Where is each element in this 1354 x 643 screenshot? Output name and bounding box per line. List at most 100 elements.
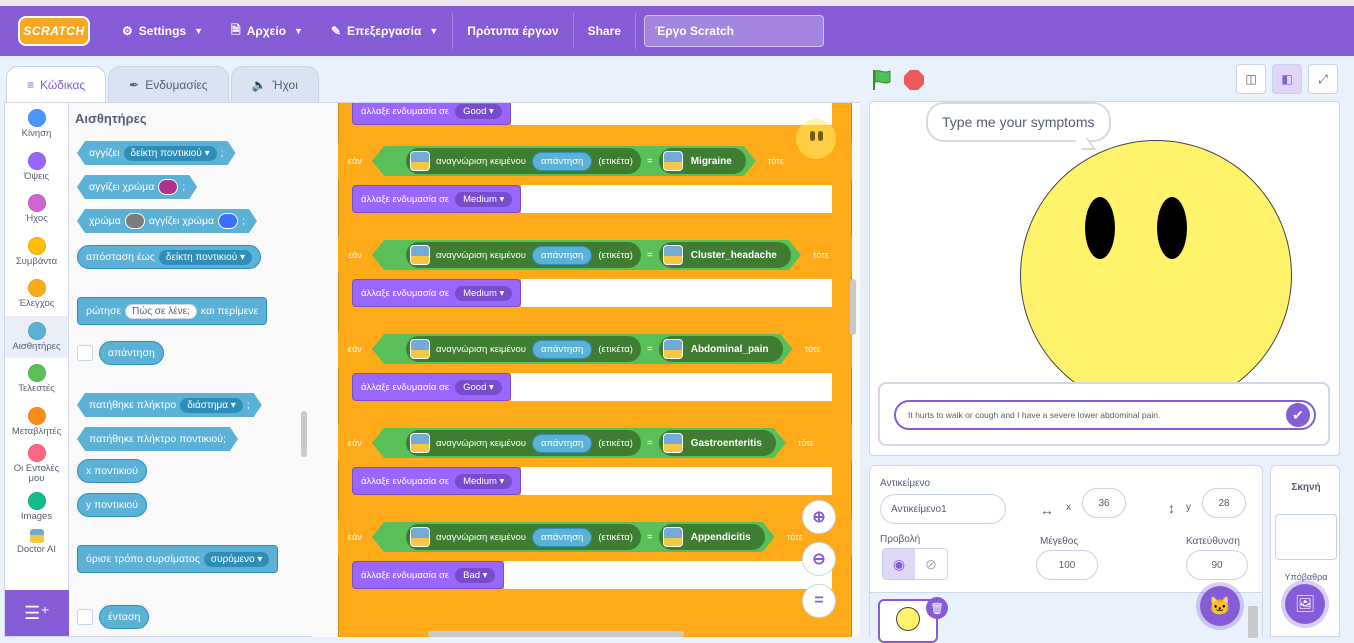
settings-menu[interactable]: ⚙ Settings ▼: [108, 6, 217, 56]
green-flag-icon[interactable]: [870, 68, 894, 92]
file-menu[interactable]: 🗎 Αρχείο ▼: [217, 6, 317, 56]
drag-mode-dropdown[interactable]: συρόμενο ▾: [203, 551, 270, 567]
answer-reporter[interactable]: απάντηση: [532, 340, 592, 359]
add-backdrop-button[interactable]: 🖼: [1285, 584, 1325, 624]
block-distance-to[interactable]: απόσταση έως δείκτη ποντικιού ▾: [77, 245, 261, 269]
block-touching-color[interactable]: αγγίζει χρώμα ;: [77, 175, 197, 199]
key-dropdown[interactable]: διάστημα ▾: [180, 398, 243, 413]
tab-sounds[interactable]: 🔈 Ήχοι: [230, 66, 319, 102]
answer-reporter[interactable]: απάντηση: [532, 528, 592, 547]
label-block[interactable]: Cluster_headache: [659, 242, 791, 268]
costume-dropdown[interactable]: Medium ▾: [455, 285, 513, 301]
costume-dropdown[interactable]: Good ▾: [455, 379, 502, 395]
zoom-in-button[interactable]: ⊕: [802, 500, 836, 534]
equals-condition[interactable]: αναγνώριση κειμένου απάντηση (ετικέτα) = Clu…: [372, 240, 801, 270]
sprite-list-scrollbar[interactable]: [1248, 606, 1258, 638]
if-block[interactable]: εάν αναγνώριση κειμένου απάντηση (ετικέτα) =…: [338, 519, 852, 555]
block-loudness[interactable]: ένταση: [99, 605, 150, 629]
add-sprite-button[interactable]: 🐱: [1200, 586, 1240, 626]
show-button[interactable]: ◉: [883, 549, 915, 579]
category-variables[interactable]: Μεταβλητές: [5, 401, 68, 444]
zoom-reset-button[interactable]: =: [802, 584, 836, 618]
script-workspace[interactable]: άλλαξε ενδυμασία σε Good ▾ εάν αναγνώριση…: [312, 102, 860, 637]
palette-scrollbar[interactable]: [301, 411, 307, 457]
project-title-input[interactable]: Έργο Scratch: [643, 15, 824, 47]
loudness-monitor-checkbox[interactable]: [77, 609, 93, 625]
scratch-logo[interactable]: SCRATCH: [18, 16, 90, 46]
size-input[interactable]: 100: [1036, 550, 1098, 580]
if-block[interactable]: εάν αναγνώριση κειμένου απάντηση (ετικέτα) =…: [338, 331, 852, 367]
block-key-pressed[interactable]: πατήθηκε πλήκτρο διάστημα ▾ ;: [77, 393, 262, 417]
category-my-blocks[interactable]: Οι Εντολές μου: [5, 443, 68, 486]
sprite-thumbnail[interactable]: 🗑: [878, 597, 948, 643]
label-block[interactable]: Appendicitis: [659, 524, 765, 550]
switch-costume-block[interactable]: άλλαξε ενδυμασία σε Good ▾: [352, 373, 832, 401]
switch-costume-block[interactable]: άλλαξε ενδυμασία σε Medium ▾: [352, 185, 832, 213]
equals-condition[interactable]: αναγνώριση κειμένου απάντηση (ετικέτα) = Mig…: [372, 146, 756, 176]
label-block[interactable]: Gastroenteritis: [659, 430, 776, 456]
switch-costume-block[interactable]: άλλαξε ενδυμασία σε Good ▾: [352, 103, 832, 125]
normal-stage-button[interactable]: ◧: [1272, 64, 1302, 94]
workspace-horizontal-scrollbar[interactable]: [428, 631, 684, 637]
switch-costume-block[interactable]: άλλαξε ενδυμασία σε Medium ▾: [352, 467, 832, 495]
tutorials-menu[interactable]: Πρότυπα έργων: [453, 6, 572, 56]
block-color-touching-color[interactable]: χρώμα αγγίζει χρώμα ;: [77, 209, 257, 233]
recognize-text-block[interactable]: αναγνώριση κειμένου απάντηση (ετικέτα): [406, 430, 641, 456]
answer-input[interactable]: It hurts to walk or cough and I have a s…: [894, 400, 1316, 430]
category-motion[interactable]: Κίνηση: [5, 103, 68, 146]
answer-reporter[interactable]: απάντηση: [532, 246, 592, 265]
block-mouse-down[interactable]: πατήθηκε πλήκτρο ποντικιού;: [77, 427, 238, 451]
zoom-out-button[interactable]: ⊖: [802, 542, 836, 576]
label-block[interactable]: Migraine: [659, 148, 746, 174]
equals-condition[interactable]: αναγνώριση κειμένου απάντηση (ετικέτα) = App…: [372, 522, 775, 552]
costume-dropdown[interactable]: Bad ▾: [455, 567, 496, 583]
block-touching[interactable]: αγγίζει δείκτη ποντικιού ▾ ;: [77, 141, 236, 165]
category-images[interactable]: Images: [5, 486, 68, 529]
fullscreen-button[interactable]: ⤢: [1308, 64, 1338, 94]
color-swatch[interactable]: [125, 213, 145, 229]
category-control[interactable]: Έλεγχος: [5, 273, 68, 316]
stage-canvas[interactable]: Type me your symptoms It hurts to walk o…: [869, 101, 1340, 456]
answer-monitor-checkbox[interactable]: [77, 345, 93, 361]
answer-reporter[interactable]: απάντηση: [532, 152, 592, 171]
block-ask-and-wait[interactable]: ρώτησε Πώς σε λένε; και περίμενε: [77, 297, 268, 325]
color-swatch[interactable]: [158, 179, 178, 195]
stage-thumbnail[interactable]: [1275, 514, 1337, 560]
share-button[interactable]: Share: [574, 6, 635, 56]
sprite-name-input[interactable]: Αντικείμενο1: [880, 494, 1006, 524]
category-sensing[interactable]: Αισθητήρες: [5, 315, 68, 358]
delete-sprite-button[interactable]: 🗑: [926, 597, 948, 619]
color-swatch[interactable]: [218, 213, 238, 229]
y-input[interactable]: 28: [1202, 488, 1246, 518]
tab-code[interactable]: ≡ Κώδικας: [6, 66, 107, 102]
touching-dropdown[interactable]: δείκτη ποντικιού ▾: [124, 146, 217, 161]
distance-dropdown[interactable]: δείκτη ποντικιού ▾: [158, 249, 252, 265]
x-input[interactable]: 36: [1082, 488, 1126, 518]
switch-costume-block[interactable]: άλλαξε ενδυμασία σε Medium ▾: [352, 279, 832, 307]
category-events[interactable]: Συμβάντα: [5, 231, 68, 274]
equals-condition[interactable]: αναγνώριση κειμένου απάντηση (ετικέτα) = Abd…: [372, 334, 793, 364]
equals-condition[interactable]: αναγνώριση κειμένου απάντηση (ετικέτα) = Gas…: [372, 428, 786, 458]
block-answer[interactable]: απάντηση: [99, 341, 164, 365]
answer-reporter[interactable]: απάντηση: [532, 434, 592, 453]
workspace-vertical-scrollbar[interactable]: [850, 279, 856, 335]
category-doctor-ai[interactable]: Doctor AI: [5, 528, 68, 558]
costume-dropdown[interactable]: Good ▾: [455, 103, 502, 119]
ask-text-input[interactable]: Πώς σε λένε;: [125, 303, 197, 319]
if-block[interactable]: εάν αναγνώριση κειμένου απάντηση (ετικέτα) =…: [338, 237, 852, 273]
small-stage-button[interactable]: ◫: [1236, 64, 1266, 94]
add-extension-button[interactable]: ☰⁺: [5, 590, 69, 636]
recognize-text-block[interactable]: αναγνώριση κειμένου απάντηση (ετικέτα): [406, 148, 641, 174]
costume-dropdown[interactable]: Medium ▾: [455, 191, 513, 207]
stage-target-pane[interactable]: Σκηνή Υπόβαθρα 🖼: [1270, 465, 1340, 637]
recognize-text-block[interactable]: αναγνώριση κειμένου απάντηση (ετικέτα): [406, 524, 641, 550]
direction-input[interactable]: 90: [1186, 550, 1248, 580]
block-mouse-y[interactable]: y ποντικιού: [77, 493, 147, 517]
stop-icon[interactable]: [904, 70, 924, 90]
category-sound[interactable]: Ήχος: [5, 188, 68, 231]
recognize-text-block[interactable]: αναγνώριση κειμένου απάντηση (ετικέτα): [406, 336, 641, 362]
smiley-sprite[interactable]: [1020, 140, 1292, 410]
switch-costume-block[interactable]: άλλαξε ενδυμασία σε Bad ▾: [352, 561, 832, 589]
hide-button[interactable]: ⊘: [915, 549, 947, 579]
block-set-drag-mode[interactable]: όρισε τρόπο συρσίματος συρόμενο ▾: [77, 545, 279, 573]
